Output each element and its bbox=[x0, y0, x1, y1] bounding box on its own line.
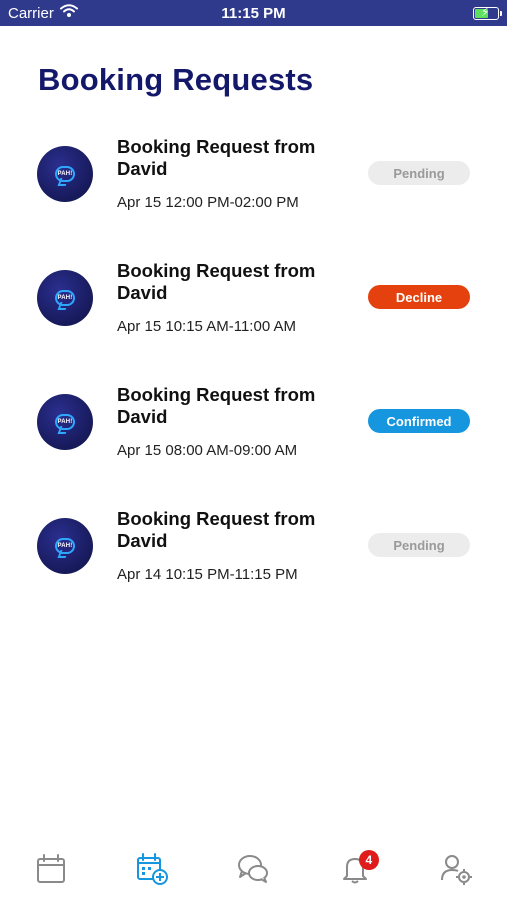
request-time: Apr 15 10:15 AM-11:00 AM bbox=[117, 318, 296, 335]
request-time: Apr 15 08:00 AM-09:00 AM bbox=[117, 442, 298, 459]
status-left: Carrier bbox=[8, 4, 178, 22]
booking-request-row[interactable]: PAH! Booking Request from David Apr 15 1… bbox=[0, 258, 507, 382]
request-time: Apr 15 12:00 PM-02:00 PM bbox=[117, 194, 299, 211]
booking-request-row[interactable]: PAH! Booking Request from David Apr 15 1… bbox=[0, 134, 507, 258]
status-time: 11:15 PM bbox=[221, 4, 286, 22]
request-title: Booking Request from David bbox=[117, 260, 316, 303]
avatar-text: PAH! bbox=[57, 171, 73, 177]
avatar-text: PAH! bbox=[57, 543, 73, 549]
chat-bubble-logo-icon: PAH! bbox=[55, 538, 75, 554]
booking-request-row[interactable]: PAH! Booking Request from David Apr 14 1… bbox=[0, 506, 507, 630]
notification-count-badge: 4 bbox=[358, 850, 379, 870]
chat-bubble-logo-icon: PAH! bbox=[55, 414, 75, 430]
tab-add-booking[interactable] bbox=[122, 852, 182, 888]
avatar: PAH! bbox=[37, 518, 93, 574]
avatar: PAH! bbox=[37, 146, 93, 202]
booking-request-list: PAH! Booking Request from David Apr 15 1… bbox=[0, 134, 507, 630]
status-right: ⚡ bbox=[329, 5, 502, 20]
request-title: Booking Request from David bbox=[117, 384, 316, 427]
avatar-text: PAH! bbox=[57, 419, 73, 425]
tab-profile-settings[interactable] bbox=[426, 852, 486, 888]
tab-bar: 4 bbox=[0, 840, 507, 900]
status-badge-decline[interactable]: Decline bbox=[368, 285, 470, 309]
status-badge-pending[interactable]: Pending bbox=[368, 161, 470, 185]
request-title: Booking Request from David bbox=[117, 508, 316, 551]
tab-messages[interactable] bbox=[223, 852, 283, 888]
request-title: Booking Request from David bbox=[117, 136, 316, 179]
avatar: PAH! bbox=[37, 394, 93, 450]
battery-charging-icon: ⚡ bbox=[473, 5, 502, 20]
calendar-add-icon bbox=[137, 853, 169, 885]
chat-bubble-logo-icon: PAH! bbox=[55, 166, 75, 182]
status-badge-pending[interactable]: Pending bbox=[368, 533, 470, 557]
user-settings-icon bbox=[441, 855, 473, 885]
avatar-text: PAH! bbox=[57, 295, 73, 301]
status-bar: Carrier 11:15 PM ⚡ bbox=[0, 0, 507, 26]
avatar: PAH! bbox=[37, 270, 93, 326]
carrier-label: Carrier bbox=[8, 4, 54, 22]
chat-bubble-logo-icon: PAH! bbox=[55, 290, 75, 306]
chat-icon bbox=[238, 855, 269, 883]
wifi-icon bbox=[59, 4, 78, 22]
page-title: Booking Requests bbox=[38, 62, 314, 97]
booking-request-row[interactable]: PAH! Booking Request from David Apr 15 0… bbox=[0, 382, 507, 506]
status-badge-confirmed[interactable]: Confirmed bbox=[368, 409, 470, 433]
tab-notifications[interactable]: 4 bbox=[325, 850, 385, 888]
tab-calendar[interactable] bbox=[21, 852, 81, 888]
calendar-icon bbox=[36, 854, 65, 883]
request-time: Apr 14 10:15 PM-11:15 PM bbox=[117, 566, 298, 583]
